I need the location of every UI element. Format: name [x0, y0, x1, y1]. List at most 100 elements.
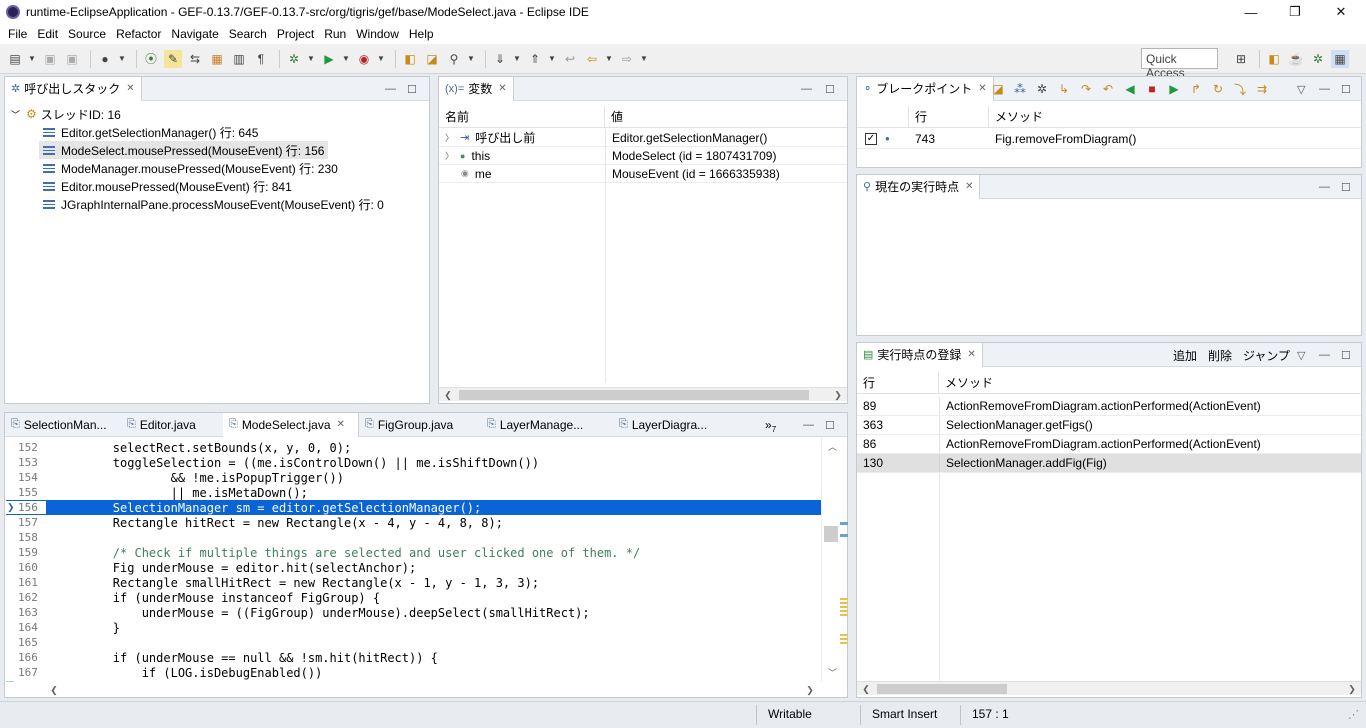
chevron-right-icon[interactable]: 〉 [445, 131, 454, 144]
chevron-down-icon[interactable]: ▼ [342, 50, 350, 68]
close-icon[interactable]: ✕ [978, 83, 986, 94]
forward-icon[interactable]: ⇨ [618, 50, 636, 68]
menu-run[interactable]: Run [320, 27, 350, 41]
tab-variables[interactable]: (x)= 変数 ✕ [439, 76, 514, 101]
close-button[interactable]: ✕ [1318, 0, 1364, 24]
close-icon[interactable]: ✕ [498, 83, 506, 94]
close-icon[interactable]: ✕ [965, 181, 973, 192]
minimize-view-button[interactable]: — [1319, 175, 1330, 199]
terminate-icon[interactable]: ■ [1143, 80, 1161, 98]
open-folder-icon[interactable]: ◪ [423, 50, 441, 68]
maximize-view-button[interactable]: ☐ [1341, 343, 1351, 367]
stack-frame[interactable]: ModeManager.mousePressed(MouseEvent) 行: … [43, 159, 338, 177]
scroll-thumb[interactable] [877, 684, 1007, 694]
tab-figgroup-java[interactable]: ⎘ FigGroup.java [359, 413, 481, 437]
menu-search[interactable]: Search [225, 27, 271, 41]
save-all-icon[interactable]: ▣ [63, 50, 81, 68]
tab-callstack[interactable]: ✲ 呼び出しスタック ✕ [5, 76, 142, 101]
chevron-down-icon[interactable]: ▼ [640, 50, 648, 68]
tab-modeselect-java[interactable]: ⎘ ModeSelect.java ✕ [223, 412, 359, 437]
menu-navigate[interactable]: Navigate [167, 27, 222, 41]
column-method[interactable]: メソッド [989, 106, 1361, 128]
maximize-view-button[interactable]: ☐ [407, 77, 417, 101]
last-edit-icon[interactable]: ↩ [561, 50, 579, 68]
resume-back-icon[interactable]: ◀ [1121, 80, 1139, 98]
horizontal-scrollbar[interactable]: ❮ ❯ [439, 387, 847, 401]
table-row[interactable]: 86 ActionRemoveFromDiagram.actionPerform… [857, 435, 1361, 454]
step-over-icon[interactable]: ↷ [1077, 80, 1095, 98]
tab-selection-manager[interactable]: ⎘ SelectionMan... [5, 413, 121, 437]
resource-perspective-icon[interactable]: ◧ [1265, 50, 1283, 68]
table-row-selected[interactable]: 130 SelectionManager.addFig(Fig) [857, 454, 1361, 473]
debug-icon[interactable]: ✲ [1033, 80, 1051, 98]
minimize-button[interactable]: — [1228, 0, 1274, 24]
thread-node[interactable]: ﹀ ⚙ スレッドID: 16 [11, 105, 121, 123]
tab-current-point[interactable]: ⚲ 現在の実行時点 ✕ [857, 174, 981, 199]
column-method[interactable]: メソッド [939, 372, 1361, 394]
vertical-scrollbar[interactable]: ︿ ﹀ [821, 438, 848, 682]
plugin-perspective-icon[interactable]: ▦ [1331, 50, 1349, 68]
scroll-left-arrow[interactable]: ❮ [47, 683, 61, 697]
maximize-view-button[interactable]: ☐ [825, 413, 835, 437]
scroll-down-arrow[interactable]: ﹀ [828, 666, 837, 679]
drop-frame-icon[interactable]: ⤵ [1231, 80, 1249, 98]
overview-marker[interactable] [840, 534, 848, 537]
back-icon[interactable]: ⇦ [583, 50, 601, 68]
new-icon[interactable]: ▤ [6, 50, 24, 68]
breakpoint-checkbox[interactable]: ✓ [865, 132, 877, 145]
minimize-view-button[interactable]: — [801, 77, 812, 101]
chevron-right-icon[interactable]: 〉 [445, 149, 454, 162]
minimize-view-button[interactable]: — [803, 413, 814, 437]
minimize-view-button[interactable]: — [385, 77, 396, 101]
scroll-right-arrow[interactable]: ❯ [831, 388, 845, 402]
stack-frame[interactable]: JGraphInternalPane.processMouseEvent(Mou… [43, 195, 384, 213]
close-icon[interactable]: ✕ [337, 419, 345, 430]
close-icon[interactable]: ✕ [126, 83, 134, 94]
tasks-icon[interactable]: ▦ [208, 50, 226, 68]
open-type-icon[interactable]: ◧ [401, 50, 419, 68]
menu-file[interactable]: File [4, 27, 31, 41]
variable-row[interactable]: 〉 ● this ModeSelect (id = 1807431709) [439, 146, 847, 165]
chevron-down-icon[interactable]: ▼ [28, 50, 36, 68]
variable-row[interactable]: 〉 ⇥ 呼び出し前 Editor.getSelectionManager() [439, 128, 847, 147]
scroll-right-arrow[interactable]: ❯ [803, 683, 817, 697]
maximize-button[interactable]: ❐ [1272, 0, 1318, 24]
horizontal-scrollbar[interactable]: ❮ ❯ [45, 683, 819, 697]
close-icon[interactable]: ✕ [967, 349, 975, 360]
step-forward-icon[interactable]: ↱ [1187, 80, 1205, 98]
previous-annotation-icon[interactable]: ⇑ [526, 50, 544, 68]
variable-row[interactable]: ◉ me MouseEvent (id = 1666335938) [439, 164, 847, 183]
scroll-right-arrow[interactable]: ❯ [1345, 682, 1359, 696]
remove-button[interactable]: 削除 [1208, 343, 1232, 367]
scroll-left-arrow[interactable]: ❮ [441, 388, 455, 402]
chevron-down-icon[interactable]: ▼ [548, 50, 556, 68]
open-folder-icon[interactable]: ◪ [989, 80, 1007, 98]
menu-refactor[interactable]: Refactor [112, 27, 165, 41]
group-icon[interactable]: ⁂ [1011, 80, 1029, 98]
stack-frame[interactable]: Editor.getSelectionManager() 行: 645 [43, 123, 258, 141]
scroll-thumb[interactable] [459, 390, 809, 400]
pages-icon[interactable]: ▥ [230, 50, 248, 68]
column-name[interactable]: 名前 [439, 105, 605, 128]
code-area[interactable]: 152 selectRect.setBounds(x, y, 0, 0); 15… [6, 438, 827, 681]
overview-marker[interactable] [840, 598, 848, 616]
chevron-down-icon[interactable]: ▼ [513, 50, 521, 68]
profile-icon[interactable]: ● [96, 50, 114, 68]
debug-icon[interactable]: ✲ [285, 50, 303, 68]
table-row[interactable]: 363 SelectionManager.getFigs() [857, 416, 1361, 435]
chevron-down-icon[interactable]: ﹀ [11, 108, 20, 121]
quick-access-input[interactable]: Quick Access [1141, 48, 1218, 80]
view-menu-icon[interactable]: ▽ [1297, 343, 1305, 367]
minimize-view-button[interactable]: — [1319, 343, 1330, 367]
tab-breakpoints[interactable]: ⚬ ブレークポイント ✕ [857, 76, 994, 101]
step-return-icon[interactable]: ↶ [1099, 80, 1117, 98]
stack-frame[interactable]: Editor.mousePressed(MouseEvent) 行: 841 [43, 177, 292, 195]
tab-registered-points[interactable]: ▤ 実行時点の登録 ✕ [857, 342, 983, 367]
scroll-left-arrow[interactable]: ❮ [859, 682, 873, 696]
menu-help[interactable]: Help [405, 27, 438, 41]
column-value[interactable]: 値 [605, 106, 847, 128]
menu-window[interactable]: Window [352, 27, 403, 41]
java-perspective-icon[interactable]: ☕ [1287, 50, 1305, 68]
overview-marker[interactable] [840, 522, 848, 525]
search-icon[interactable]: ⚲ [445, 50, 463, 68]
